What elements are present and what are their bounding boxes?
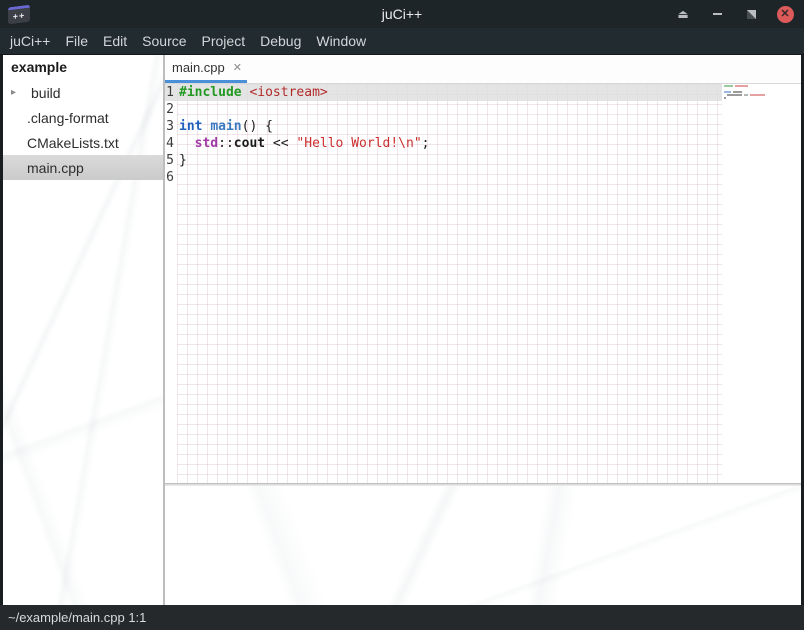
token-str: "Hello World!\n" <box>296 136 421 151</box>
line-number-gutter: 123456 <box>165 84 177 483</box>
token-ns: std <box>195 136 218 151</box>
tree-item-label: CMakeLists.txt <box>27 135 119 151</box>
minimap-segment <box>733 91 742 93</box>
token-inc: <iostream> <box>249 85 327 100</box>
minimap-segment <box>724 85 733 87</box>
menu-item-debug[interactable]: Debug <box>260 33 301 49</box>
minimap-segment <box>744 94 748 96</box>
code-line-4: std::cout << "Hello World!\n"; <box>177 135 722 152</box>
minimize-button[interactable] <box>708 5 726 23</box>
token-kw: int <box>179 119 202 134</box>
minimap-line <box>727 94 765 96</box>
statusbar-file-position: ~/example/main.cpp 1:1 <box>8 610 146 625</box>
minimap-line <box>724 97 726 99</box>
minimize-icon <box>713 13 722 15</box>
menu-item-project[interactable]: Project <box>202 33 246 49</box>
menubar: juCi++ File Edit Source Project Debug Window <box>0 28 804 55</box>
line-number: 2 <box>165 101 177 118</box>
statusbar: ~/example/main.cpp 1:1 <box>0 605 804 630</box>
code-line-1: #include <iostream> <box>177 84 722 101</box>
titlebar[interactable]: ++ juCi++ ⏏ ✕ <box>0 0 804 28</box>
code-line-3: int main() { <box>177 118 722 135</box>
project-root-label: example <box>3 55 163 80</box>
token-pl: :: <box>218 136 234 151</box>
tree-item-label: .clang-format <box>27 110 109 126</box>
code-line-6 <box>177 169 722 186</box>
minimap-line <box>724 85 748 87</box>
code-editor: 123456 #include <iostream>int main() { s… <box>165 84 801 483</box>
menu-item-window[interactable]: Window <box>316 33 366 49</box>
tree-item-label: main.cpp <box>27 160 84 176</box>
menu-item-file[interactable]: File <box>65 33 88 49</box>
tree-item-cmakelists-txt[interactable]: CMakeLists.txt <box>3 130 163 155</box>
line-number: 4 <box>165 135 177 152</box>
token-pp: #include <box>179 85 242 100</box>
line-number: 3 <box>165 118 177 135</box>
minimap-segment <box>727 94 742 96</box>
tab-close-icon[interactable]: ✕ <box>233 61 242 74</box>
restore-icon <box>747 10 756 19</box>
tree-item-main-cpp[interactable]: main.cpp <box>3 155 163 180</box>
code-area[interactable]: #include <iostream>int main() { std::cou… <box>177 84 722 483</box>
menu-item-juci[interactable]: juCi++ <box>10 33 50 49</box>
token-fn: main <box>210 119 241 134</box>
tree-item--clang-format[interactable]: .clang-format <box>3 105 163 130</box>
menu-item-source[interactable]: Source <box>142 33 186 49</box>
close-button[interactable]: ✕ <box>776 5 794 23</box>
file-tree-empty-space <box>3 180 163 605</box>
token-pl <box>179 136 195 151</box>
token-pl: << <box>265 136 296 151</box>
main-area: example ▸ build .clang-format CMakeLists.tx… <box>0 55 804 605</box>
tab-main-cpp[interactable]: main.cpp ✕ <box>165 55 247 83</box>
expander-icon[interactable]: ▸ <box>11 88 23 98</box>
shade-button[interactable]: ⏏ <box>674 5 692 23</box>
shade-icon: ⏏ <box>677 8 688 20</box>
line-number: 5 <box>165 152 177 169</box>
tree-item-label: build <box>31 85 61 101</box>
minimap[interactable] <box>722 84 801 483</box>
close-icon: ✕ <box>777 6 794 23</box>
token-pl: } <box>179 153 187 168</box>
app-window: ++ juCi++ ⏏ ✕ juCi++ File Edit Source Projec… <box>0 0 804 630</box>
line-number: 6 <box>165 169 177 186</box>
minimap-segment <box>750 94 765 96</box>
token-b: cout <box>234 136 265 151</box>
minimap-segment <box>735 85 748 87</box>
tree-item-build[interactable]: ▸ build <box>3 80 163 105</box>
line-number: 1 <box>165 84 177 101</box>
code-line-5: } <box>177 152 722 169</box>
window-controls: ⏏ ✕ <box>674 5 804 23</box>
file-tree: ▸ build .clang-format CMakeLists.txt main.cp… <box>3 80 163 180</box>
minimap-segment <box>724 97 726 99</box>
file-tree-sidebar: example ▸ build .clang-format CMakeLists.tx… <box>3 55 163 605</box>
minimap-line <box>724 91 742 93</box>
token-pl: () { <box>242 119 273 134</box>
restore-button[interactable] <box>742 5 760 23</box>
bottom-panel <box>165 486 801 605</box>
tab-label: main.cpp <box>172 60 225 75</box>
token-pl: ; <box>422 136 430 151</box>
menu-item-edit[interactable]: Edit <box>103 33 127 49</box>
minimap-segment <box>724 91 731 93</box>
tabbar: main.cpp ✕ <box>165 55 801 84</box>
editor-pane: main.cpp ✕ 123456 #include <iostream>int… <box>165 55 801 605</box>
code-line-2 <box>177 101 722 118</box>
